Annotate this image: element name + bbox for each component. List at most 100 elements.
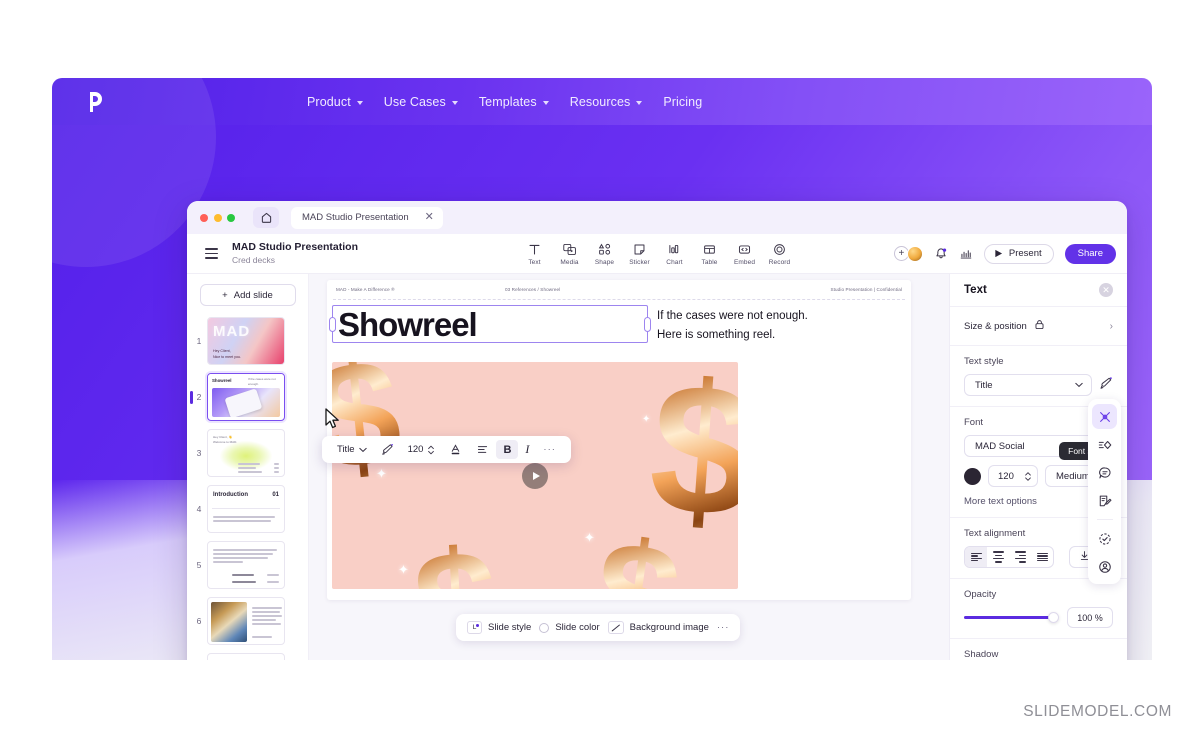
analytics-bars-icon[interactable] [959,247,973,260]
checklist-circle-icon[interactable] [1092,526,1117,551]
slide-style-label: Slide style [488,622,532,633]
background-image-button[interactable]: Background image [607,621,709,634]
animation-speed-icon[interactable] [1092,432,1117,457]
text-style-dropdown[interactable]: Title [330,440,374,459]
resize-handle-left[interactable] [329,316,336,332]
slide-style-more-button[interactable]: ··· [717,622,730,633]
size-position-row[interactable]: Size & position › [964,317,1113,335]
magic-wand-ai-icon[interactable] [1092,404,1117,429]
maximize-window-dot[interactable] [227,213,235,222]
style-painter-icon[interactable] [1099,376,1113,395]
align-justify-button[interactable] [1031,547,1053,567]
font-color-swatch[interactable] [964,467,981,485]
close-icon[interactable]: ✕ [425,212,434,223]
list-item[interactable]: 6 [187,597,308,645]
resize-handle-right[interactable] [644,316,651,332]
list-item[interactable]: 1 MAD Hey Client, Nice to meet you. [187,317,308,365]
play-button-icon[interactable] [522,462,548,489]
dollar-glyph: $ [410,516,502,589]
font-size-stepper[interactable]: 120 [401,440,443,459]
add-slide-button[interactable]: + Add slide [199,284,296,306]
align-right-button[interactable] [1009,547,1031,567]
thumb-line [252,611,280,613]
slide-hero-image[interactable]: $ $ $ $ ✦ ✦ ✦ ✦ [332,362,738,589]
thumb-line [232,574,254,576]
line-spacing-icon[interactable] [469,440,496,459]
slide-thumbnail-4[interactable]: Introduction 01 [207,485,285,533]
floating-text-toolbar[interactable]: Title 120 B I ··· [322,436,571,463]
layout-chip-dot [475,623,479,627]
browser-tab[interactable]: MAD Studio Presentation ✕ [291,206,443,229]
hamburger-menu-icon[interactable] [205,248,218,259]
slide-thumbnail-panel[interactable]: + Add slide 1 MAD Hey Client, Nice to me… [187,274,309,660]
slide-thumbnail-7[interactable]: Our secret sauce [207,653,285,660]
home-icon[interactable] [253,207,279,228]
font-size-stepper[interactable]: 120 [988,465,1038,487]
list-item[interactable]: 4 Introduction 01 [187,485,308,533]
slide-thumbnail-5[interactable] [207,541,285,589]
nav-item-product[interactable]: Product [307,95,363,109]
slide-color-button[interactable]: Slide color [539,622,600,633]
opacity-slider[interactable] [964,611,1059,625]
slidesgo-bird-logo-icon[interactable] [85,89,107,115]
text-style-select[interactable]: Title [964,374,1092,396]
tool-chart[interactable]: Chart [657,241,692,266]
nav-item-pricing[interactable]: Pricing [663,95,702,109]
close-window-dot[interactable] [200,213,208,222]
nav-item-resources[interactable]: Resources [570,95,643,109]
notes-edit-icon[interactable] [1092,488,1117,513]
tool-label: Record [768,259,791,266]
slide-title-textbox[interactable]: Showreel [329,305,651,343]
notification-bell-icon[interactable] [934,247,948,261]
layout-chip-icon: L [467,621,482,634]
slider-knob[interactable] [1048,612,1059,623]
close-icon[interactable]: ✕ [1099,283,1113,297]
more-options-button[interactable]: ··· [536,440,563,459]
align-left-button[interactable] [965,547,987,567]
nav-item-templates[interactable]: Templates [479,95,549,109]
list-item[interactable]: 2 Showreel If the cases were not enough. [187,373,308,421]
tool-record[interactable]: Record [762,241,797,266]
tool-shape[interactable]: Shape [587,241,622,266]
tool-sticker[interactable]: Sticker [622,241,657,266]
record-icon [773,242,786,257]
sparkle-icon: ✦ [584,530,595,545]
thumb-line [213,516,275,518]
user-account-icon[interactable] [1092,554,1117,579]
format-painter-icon[interactable] [374,440,401,459]
insert-toolbar: Text Media Shape Sticker Chart Table Emb… [517,241,797,266]
tool-table[interactable]: Table [692,241,727,266]
site-navbar: Product Use Cases Templates Resources Pr… [52,78,1152,125]
font-color-icon[interactable] [442,440,469,459]
tool-text[interactable]: Text [517,241,552,266]
lock-icon[interactable] [1034,317,1045,335]
opacity-value-field[interactable]: 100 % [1067,607,1113,628]
add-slide-label: Add slide [233,289,273,301]
list-item[interactable]: 3 Hey Client, 👋 Welcome to MAD. [187,429,308,477]
dollar-glyph: $ [583,505,690,589]
slide-style-button[interactable]: L Slide style [467,621,531,634]
tool-media[interactable]: Media [552,241,587,266]
minimize-window-dot[interactable] [213,213,222,222]
slide-thumbnail-2[interactable]: Showreel If the cases were not enough. [207,373,285,421]
align-center-button[interactable] [987,547,1009,567]
invite-collaborators-button[interactable]: + [893,245,923,262]
slide-style-toolbar[interactable]: L Slide style Slide color Background ima… [456,614,741,641]
bold-button[interactable]: B [496,440,519,459]
tool-embed[interactable]: Embed [727,241,762,266]
share-button[interactable]: Share [1064,243,1116,264]
thumb-footer-line-b: Nice to meet you. [213,354,241,359]
italic-button[interactable]: I [518,440,536,459]
present-button[interactable]: Present [983,243,1054,264]
thumb-line [252,615,282,617]
chevron-down-icon [356,100,363,105]
slide-thumbnail-3[interactable]: Hey Client, 👋 Welcome to MAD. [207,429,285,477]
comment-bubble-icon[interactable] [1092,460,1117,485]
slide-thumbnail-1[interactable]: MAD Hey Client, Nice to meet you. [207,317,285,365]
list-item[interactable]: 5 [187,541,308,589]
nav-item-use-cases[interactable]: Use Cases [384,95,458,109]
slide-canvas-area[interactable]: MAD - Make A Difference ® 03 References … [309,274,949,660]
slide-body-text[interactable]: If the cases were not enough. Here is so… [657,307,897,344]
slide-thumbnail-6[interactable] [207,597,285,645]
list-item[interactable]: 7 Our secret sauce [187,653,308,660]
